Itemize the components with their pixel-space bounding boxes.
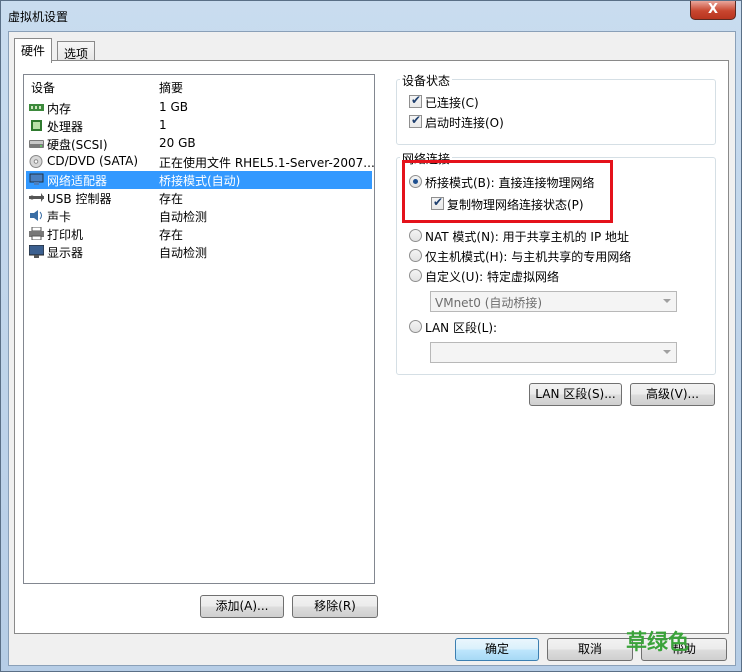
chevron-down-icon: [663, 350, 671, 354]
device-summary: 自动检测: [159, 246, 208, 260]
connected-label[interactable]: 已连接(C): [425, 94, 479, 111]
advanced-button[interactable]: 高级(V)...: [630, 383, 715, 406]
connect-at-power-on-checkbox[interactable]: ✔: [409, 113, 422, 128]
remove-device-button[interactable]: 移除(R): [292, 595, 378, 618]
device-name: 打印机: [47, 228, 84, 242]
host-only-radio[interactable]: [409, 249, 422, 262]
lan-segment-label[interactable]: LAN 区段(L):: [425, 319, 497, 336]
sound-card-icon: [29, 209, 44, 222]
device-summary: 正在使用文件 RHEL5.1-Server-2007...: [159, 156, 375, 170]
device-summary: 1: [159, 118, 167, 132]
display-icon: [28, 244, 45, 258]
device-row[interactable]: CD/DVD (SATA) 正在使用文件 RHEL5.1-Server-2007.…: [26, 153, 375, 171]
lan-segments-button[interactable]: LAN 区段(S)...: [529, 383, 622, 406]
connected-checkbox[interactable]: ✔: [409, 93, 422, 108]
network-adapter-icon: [29, 173, 44, 186]
lan-segment-select[interactable]: [430, 342, 677, 363]
host-only-label[interactable]: 仅主机模式(H): 与主机共享的专用网络: [425, 248, 631, 265]
device-row[interactable]: 打印机 存在: [26, 225, 372, 243]
device-column-header[interactable]: 设备: [31, 79, 55, 97]
device-summary: 自动检测: [159, 210, 208, 224]
summary-column-header[interactable]: 摘要: [159, 79, 183, 97]
nat-label[interactable]: NAT 模式(N): 用于共享主机的 IP 地址: [425, 228, 629, 245]
device-row[interactable]: 显示器 自动检测: [26, 243, 372, 261]
device-summary: 20 GB: [159, 136, 196, 150]
custom-network-select[interactable]: VMnet0 (自动桥接): [430, 291, 677, 312]
device-name: 内存: [47, 102, 72, 116]
device-name: CD/DVD (SATA): [47, 154, 139, 168]
device-name: 显示器: [47, 246, 84, 260]
vm-settings-window: 虚拟机设置 X 硬件 选项 设备 摘要 内存 1 GB 处理器 1 硬盘(SCSI) 20…: [0, 0, 742, 672]
printer-icon: [29, 226, 44, 241]
device-summary: 存在: [159, 192, 184, 206]
processor-icon: [29, 119, 44, 132]
device-name: 网络适配器: [47, 174, 108, 188]
device-list[interactable]: 设备 摘要 内存 1 GB 处理器 1 硬盘(SCSI) 20 GB CD/DVD (SAT…: [23, 74, 375, 584]
connect-at-power-on-label[interactable]: 启动时连接(O): [425, 114, 504, 131]
dialog-client-area: 硬件 选项 设备 摘要 内存 1 GB 处理器 1 硬盘(SCSI) 20 GB CD/DV…: [8, 31, 736, 666]
custom-radio[interactable]: [409, 269, 422, 282]
red-highlight-box: [402, 160, 613, 223]
device-row[interactable]: USB 控制器 存在: [26, 189, 372, 207]
device-row[interactable]: 网络适配器 桥接模式(自动): [26, 171, 372, 189]
chevron-down-icon: [663, 299, 671, 303]
device-name: 处理器: [47, 120, 84, 134]
close-icon: X: [707, 2, 719, 17]
close-button[interactable]: X: [690, 1, 736, 20]
ok-button[interactable]: 确定: [455, 638, 539, 661]
device-summary: 1 GB: [159, 100, 188, 114]
lan-segment-radio[interactable]: [409, 320, 422, 333]
check-icon: ✔: [411, 93, 422, 107]
hard-disk-icon: [29, 137, 44, 150]
device-summary: 桥接模式(自动): [159, 174, 241, 188]
add-device-button[interactable]: 添加(A)...: [200, 595, 284, 618]
nat-radio[interactable]: [409, 229, 422, 242]
window-title: 虚拟机设置: [8, 10, 69, 24]
check-icon: ✔: [411, 113, 422, 127]
usb-icon: [29, 191, 44, 204]
device-name: 声卡: [47, 210, 72, 224]
device-row[interactable]: 硬盘(SCSI) 20 GB: [26, 135, 372, 153]
custom-label[interactable]: 自定义(U): 特定虚拟网络: [425, 268, 559, 285]
device-name: USB 控制器: [47, 192, 112, 206]
memory-icon: [29, 101, 44, 114]
device-row[interactable]: 处理器 1: [26, 117, 372, 135]
device-name: 硬盘(SCSI): [47, 138, 108, 152]
device-row[interactable]: 声卡 自动检测: [26, 207, 372, 225]
watermark-text: 草绿色: [626, 630, 689, 654]
title-bar[interactable]: 虚拟机设置 X: [1, 1, 741, 31]
tab-hardware[interactable]: 硬件: [14, 38, 53, 63]
custom-network-value: VMnet0 (自动桥接): [435, 296, 543, 310]
cd-dvd-icon: [29, 155, 44, 168]
device-summary: 存在: [159, 228, 184, 242]
cancel-button[interactable]: 取消: [547, 638, 633, 661]
device-row[interactable]: 内存 1 GB: [26, 99, 372, 117]
device-status-title: 设备状态: [400, 72, 453, 89]
